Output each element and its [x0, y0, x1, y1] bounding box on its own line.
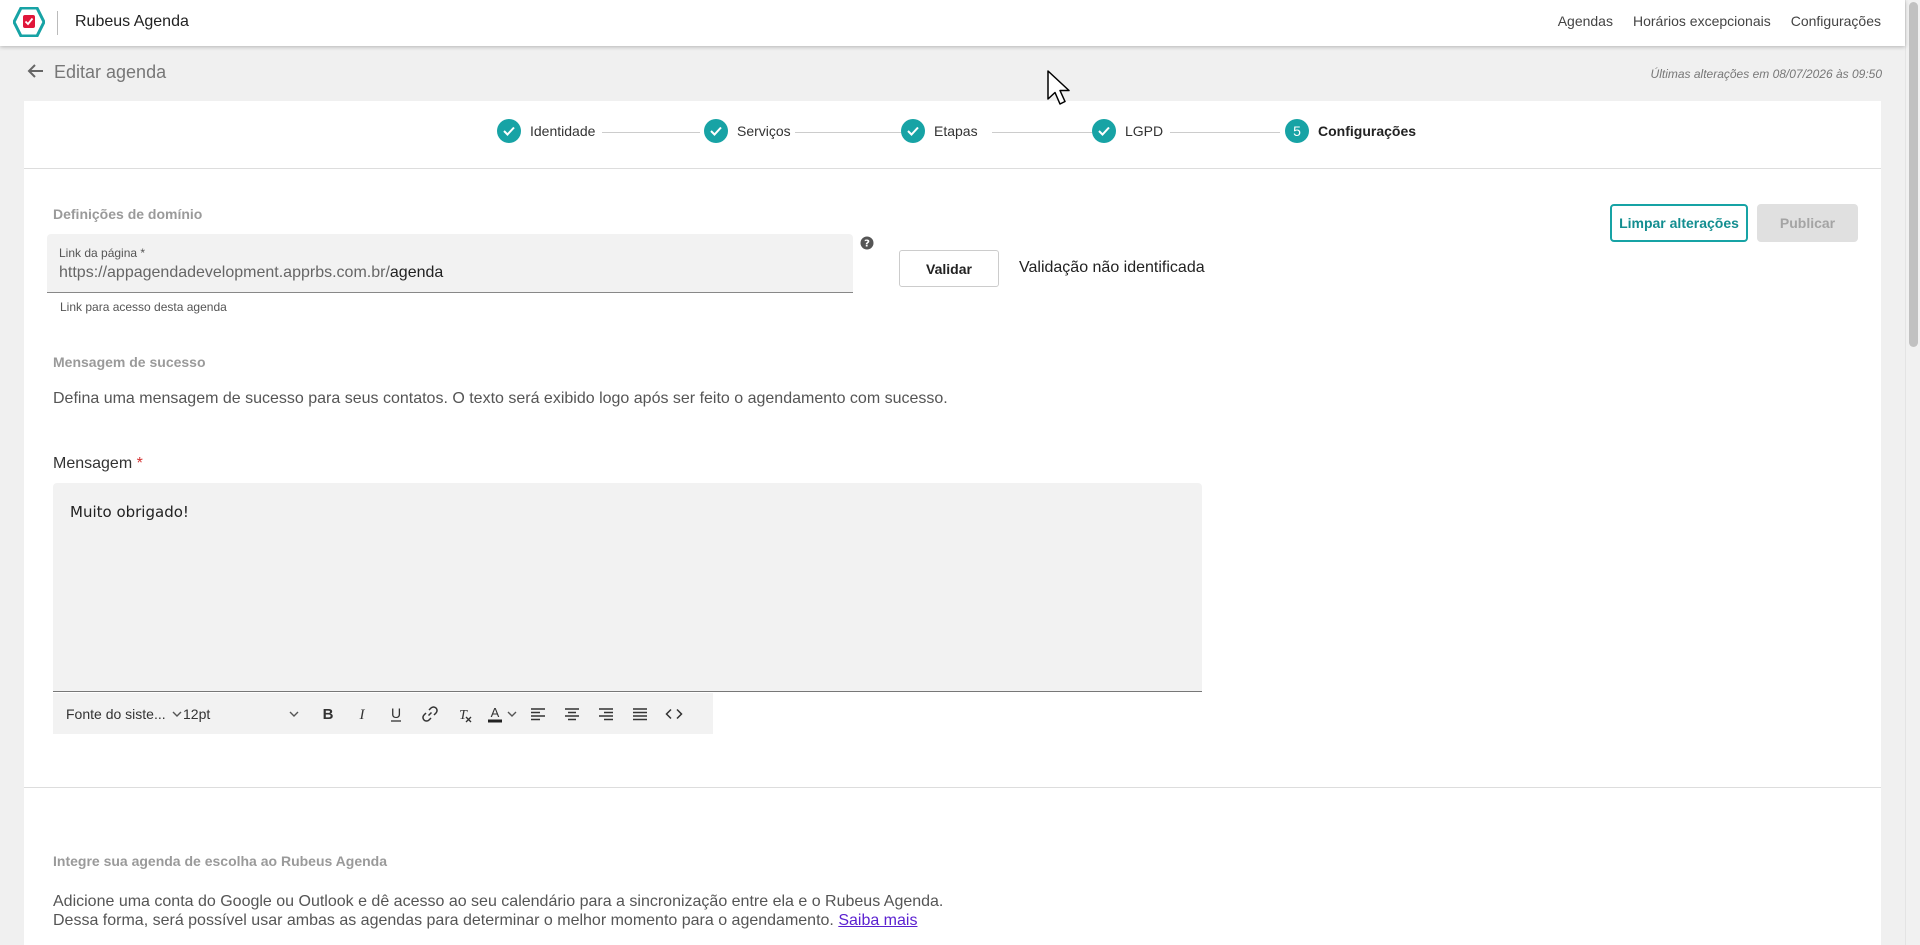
message-label-text: Mensagem — [53, 455, 133, 472]
last-change-text: Últimas alterações em 08/07/2026 às 09:5… — [1650, 67, 1882, 81]
validate-button[interactable]: Validar — [899, 250, 999, 287]
font-size-select[interactable]: 12pt — [183, 706, 311, 722]
page-link-value[interactable]: https://appagendadevelopment.apprbs.com.… — [59, 264, 443, 282]
nav-agendas[interactable]: Agendas — [1558, 13, 1613, 29]
chevron-down-icon — [289, 711, 299, 717]
italic-button[interactable]: I — [345, 699, 379, 729]
chevron-down-icon — [172, 711, 182, 717]
scrollbar-thumb[interactable] — [1909, 2, 1918, 347]
clear-changes-button[interactable]: Limpar alterações — [1610, 204, 1748, 242]
page-scrollbar[interactable] — [1905, 0, 1920, 945]
step-label: LGPD — [1125, 123, 1164, 139]
bold-icon: B — [323, 706, 334, 723]
check-icon — [901, 119, 925, 143]
svg-text:B: B — [323, 706, 334, 723]
learn-more-link[interactable]: Saiba mais — [838, 912, 917, 929]
top-bar: Rubeus Agenda Agendas Horários excepcion… — [0, 0, 1905, 46]
align-center-button[interactable] — [555, 699, 589, 729]
required-mark: * — [136, 455, 143, 472]
stepper: Identidade Serviços Etapas LGPD 5 Config… — [24, 101, 1881, 169]
text-color-button[interactable]: A — [481, 699, 521, 729]
svg-text:?: ? — [864, 239, 870, 250]
step-label: Configurações — [1318, 123, 1417, 139]
help-icon[interactable]: ? — [860, 236, 874, 250]
integration-line-1: Adicione uma conta do Google ou Outlook … — [53, 893, 944, 910]
svg-text:I: I — [359, 707, 366, 723]
top-nav: Agendas Horários excepcionais Configuraç… — [1558, 13, 1881, 29]
step-connector — [795, 132, 903, 133]
step-label: Etapas — [934, 123, 978, 139]
step-connector — [992, 132, 1104, 133]
step-connector — [602, 132, 700, 133]
editor-toolbar: Fonte do siste... 12pt B I U T A — [53, 693, 713, 734]
underline-icon: U — [391, 705, 401, 722]
text-color-icon: A — [487, 705, 502, 722]
link-suffix[interactable]: agenda — [390, 264, 443, 281]
step-identidade[interactable]: Identidade — [497, 119, 595, 143]
main-card: Identidade Serviços Etapas LGPD 5 Config… — [24, 101, 1881, 945]
success-section-title: Mensagem de sucesso — [53, 354, 206, 370]
align-left-button[interactable] — [521, 699, 555, 729]
logo-divider — [57, 11, 58, 35]
nav-configuracoes[interactable]: Configurações — [1791, 13, 1881, 29]
check-icon — [704, 119, 728, 143]
page-link-hint: Link para acesso desta agenda — [60, 300, 227, 314]
success-description: Defina uma mensagem de sucesso para seus… — [53, 390, 948, 407]
clear-format-icon: T — [459, 708, 472, 723]
source-code-button[interactable] — [657, 699, 691, 729]
svg-text:A: A — [490, 705, 499, 720]
step-etapas[interactable]: Etapas — [901, 119, 978, 143]
validation-status: Validação não identificada — [1019, 259, 1205, 276]
publish-button[interactable]: Publicar — [1757, 204, 1858, 242]
step-servicos[interactable]: Serviços — [704, 119, 791, 143]
mouse-cursor-icon — [1047, 70, 1070, 105]
step-connector — [1170, 132, 1280, 133]
message-text[interactable]: Muito obrigado! — [70, 503, 189, 521]
rubeus-logo-icon[interactable] — [13, 7, 45, 37]
back-arrow-icon[interactable] — [26, 61, 46, 81]
chevron-down-icon — [507, 711, 516, 717]
check-icon — [1092, 119, 1116, 143]
nav-horarios-excepcionais[interactable]: Horários excepcionais — [1633, 13, 1771, 29]
clear-format-button[interactable]: T — [447, 699, 481, 729]
section-divider — [24, 787, 1881, 788]
message-editor[interactable]: Muito obrigado! — [53, 483, 1202, 692]
page-link-label: Link da página * — [59, 246, 146, 260]
font-family-select[interactable]: Fonte do siste... — [53, 706, 183, 722]
font-family-value: Fonte do siste... — [66, 705, 166, 722]
step-lgpd[interactable]: LGPD — [1092, 119, 1163, 143]
align-right-button[interactable] — [589, 699, 623, 729]
step-number: 5 — [1285, 119, 1309, 143]
link-button[interactable] — [413, 699, 447, 729]
align-left-icon — [531, 707, 545, 720]
align-justify-button[interactable] — [623, 699, 657, 729]
step-label: Serviços — [737, 123, 791, 139]
integration-line-2-text: Dessa forma, será possível usar ambas as… — [53, 912, 834, 929]
domain-section-title: Definições de domínio — [53, 206, 203, 222]
integration-line-2: Dessa forma, será possível usar ambas as… — [53, 911, 943, 930]
page-link-field[interactable]: Link da página * https://appagendadevelo… — [47, 234, 853, 293]
link-icon — [422, 705, 438, 722]
step-configuracoes[interactable]: 5 Configurações — [1285, 119, 1416, 143]
svg-text:U: U — [391, 705, 401, 721]
code-icon — [665, 708, 683, 719]
align-center-icon — [565, 707, 579, 720]
underline-button[interactable]: U — [379, 699, 413, 729]
step-label: Identidade — [530, 123, 596, 139]
font-size-value: 12pt — [183, 705, 211, 722]
integration-description: Adicione uma conta do Google ou Outlook … — [53, 892, 943, 930]
link-prefix: https://appagendadevelopment.apprbs.com.… — [59, 264, 390, 281]
app-title: Rubeus Agenda — [75, 13, 189, 30]
bold-button[interactable]: B — [311, 699, 345, 729]
integration-section-title: Integre sua agenda de escolha ao Rubeus … — [53, 853, 388, 869]
page-title: Editar agenda — [54, 62, 167, 82]
check-icon — [497, 119, 521, 143]
message-label: Mensagem * — [53, 455, 143, 473]
align-justify-icon — [633, 707, 647, 720]
italic-icon: I — [359, 707, 366, 723]
align-right-icon — [599, 707, 613, 720]
